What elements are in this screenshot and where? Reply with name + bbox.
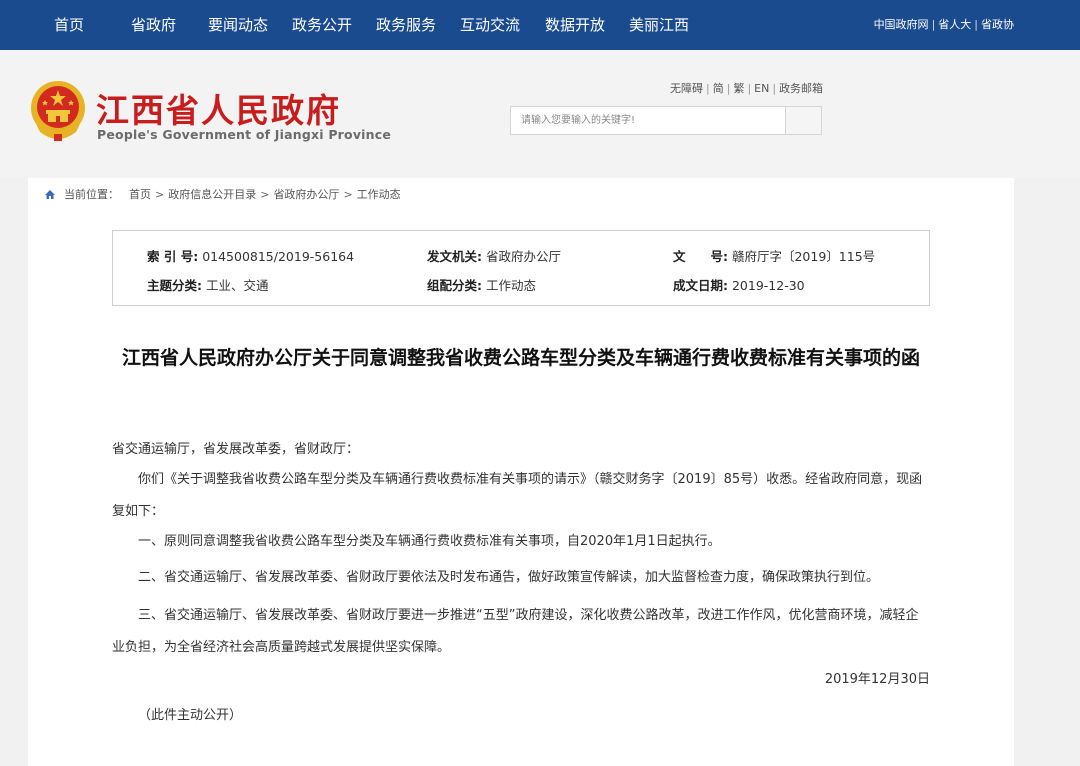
divider: |: [974, 18, 978, 31]
breadcrumb-home[interactable]: 首页: [129, 188, 151, 201]
site-name-en: People's Government of Jiangxi Province: [97, 127, 392, 142]
link-provincial-congress[interactable]: 省人大: [938, 18, 971, 31]
external-links: 中国政府网 | 省人大 | 省政协: [874, 0, 1014, 50]
meta-date-value: 2019-12-30: [731, 278, 805, 293]
divider: |: [747, 82, 752, 95]
meta-docno-value: 赣府厅字〔2019〕115号: [731, 249, 876, 264]
meta-category-label: 组配分类:: [427, 278, 482, 293]
meta-topic: 主题分类: 工业、交通: [147, 275, 269, 294]
breadcrumb-work-news[interactable]: 工作动态: [357, 188, 401, 201]
search-button[interactable]: [785, 107, 821, 134]
article-paragraph: 一、原则同意调整我省收费公路车型分类及车辆通行费收费标准有关事项，自2020年1…: [138, 534, 721, 549]
meta-category-value: 工作动态: [485, 278, 536, 293]
nav-item-open-data[interactable]: 数据开放: [545, 0, 605, 50]
breadcrumb-label: 当前位置：: [64, 188, 119, 201]
breadcrumb-separator: >: [260, 188, 270, 201]
breadcrumb-separator: >: [155, 188, 165, 201]
link-china-gov[interactable]: 中国政府网: [874, 18, 929, 31]
breadcrumb-separator: >: [343, 188, 353, 201]
meta-issuer: 发文机关: 省政府办公厅: [427, 246, 561, 265]
content-card: 当前位置： 首页 > 政府信息公开目录 > 省政府办公厅 > 工作动态 索 引 号: 0145…: [28, 178, 1014, 766]
home-icon: [45, 190, 55, 199]
meta-issuer-label: 发文机关:: [427, 249, 482, 264]
nav-item-interaction[interactable]: 互动交流: [460, 0, 520, 50]
divider: |: [772, 82, 777, 95]
search-bar: [510, 106, 822, 135]
meta-index-label: 索 引 号:: [147, 249, 199, 264]
breadcrumb-general-office[interactable]: 省政府办公厅: [273, 188, 339, 201]
top-nav: 首页 省政府 要闻动态 政务公开 政务服务 互动交流 数据开放 美丽江西 中国政…: [0, 0, 1080, 50]
national-emblem-icon[interactable]: [30, 80, 86, 142]
meta-issuer-value: 省政府办公厅: [485, 249, 561, 264]
meta-category: 组配分类: 工作动态: [427, 275, 536, 294]
article-paragraph: 你们《关于调整我省收费公路车型分类及车辆通行费收费标准有关事项的请示》（赣交财务…: [112, 472, 923, 519]
meta-topic-value: 工业、交通: [205, 278, 269, 293]
article-recipients: 省交通运输厅，省发展改革委，省财政厅：: [112, 442, 360, 457]
link-traditional[interactable]: 繁: [733, 82, 744, 95]
meta-index: 索 引 号: 014500815/2019-56164: [147, 246, 354, 265]
divider: |: [931, 18, 936, 31]
article-date: 2019年12月30日: [824, 672, 930, 687]
nav-item-gov-affairs[interactable]: 政务公开: [292, 0, 352, 50]
nav-item-news[interactable]: 要闻动态: [208, 0, 268, 50]
meta-docno-label: 文 号:: [673, 249, 728, 264]
article-note: （此件主动公开）: [138, 708, 243, 723]
site-header: 江西省人民政府 People's Government of Jiangxi P…: [0, 50, 1080, 178]
article-title: 江西省人民政府办公厅关于同意调整我省收费公路车型分类及车辆通行费收费标准有关事项…: [121, 347, 920, 369]
link-accessibility[interactable]: 无障碍: [670, 82, 703, 95]
article-paragraph: 三、省交通运输厅、省发展改革委、省财政厅要进一步推进“五型”政府建设，深化收费公…: [112, 608, 919, 655]
meta-topic-label: 主题分类:: [147, 278, 202, 293]
nav-item-home[interactable]: 首页: [54, 0, 84, 50]
article-paragraph: 二、省交通运输厅、省发展改革委、省财政厅要依法及时发布通告，做好政策宣传解读，加…: [138, 570, 880, 585]
utility-links: 无障碍 | 简 | 繁 | EN | 政务邮箱: [670, 80, 823, 96]
link-english[interactable]: EN: [754, 82, 769, 95]
link-simplified[interactable]: 简: [713, 82, 724, 95]
divider: |: [726, 82, 731, 95]
link-provincial-cppcc[interactable]: 省政协: [981, 18, 1014, 31]
divider: |: [706, 82, 710, 95]
breadcrumb: 当前位置： 首页 > 政府信息公开目录 > 省政府办公厅 > 工作动态: [44, 186, 401, 202]
document-meta-table: 索 引 号: 014500815/2019-56164 发文机关: 省政府办公厅…: [112, 230, 930, 306]
nav-item-gov-service[interactable]: 政务服务: [376, 0, 436, 50]
meta-docno: 文 号: 赣府厅字〔2019〕115号: [673, 246, 875, 265]
search-input[interactable]: [511, 107, 786, 134]
nav-item-provincial-gov[interactable]: 省政府: [131, 0, 176, 50]
link-gov-mail[interactable]: 政务邮箱: [779, 82, 823, 95]
breadcrumb-info-catalog[interactable]: 政府信息公开目录: [168, 188, 256, 201]
meta-index-value: 014500815/2019-56164: [202, 249, 355, 264]
nav-item-beautiful-jiangxi[interactable]: 美丽江西: [629, 0, 689, 50]
site-name-cn[interactable]: 江西省人民政府: [96, 84, 341, 132]
meta-date: 成文日期: 2019-12-30: [673, 275, 805, 294]
meta-date-label: 成文日期:: [673, 278, 728, 293]
